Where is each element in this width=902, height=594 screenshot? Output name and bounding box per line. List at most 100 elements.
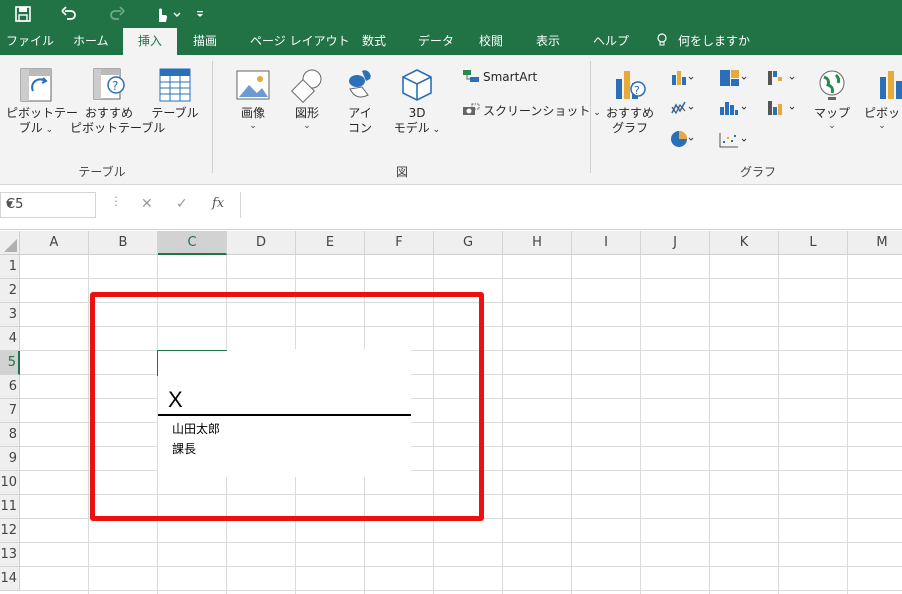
group-label-table: テーブル bbox=[78, 165, 126, 179]
column-header-e[interactable]: E bbox=[296, 231, 365, 255]
name-box[interactable]: C5 ▼ bbox=[0, 192, 96, 218]
redo-icon[interactable] bbox=[106, 4, 128, 24]
column-gridline bbox=[502, 255, 503, 594]
row-header-3[interactable]: 3 bbox=[0, 303, 20, 327]
row-header-13[interactable]: 13 bbox=[0, 543, 20, 567]
column-header-k[interactable]: K bbox=[710, 231, 779, 255]
column-header-m[interactable]: M bbox=[848, 231, 902, 255]
hierarchy-chart-button[interactable] bbox=[718, 69, 748, 91]
column-header-a[interactable]: A bbox=[20, 231, 89, 255]
3d-models-button[interactable]: 3D モデル ⌄ bbox=[392, 67, 442, 138]
pivot-table-label-2: ブル bbox=[18, 121, 43, 135]
column-header-i[interactable]: I bbox=[572, 231, 641, 255]
column-gridline bbox=[88, 255, 89, 594]
customize-qat-icon[interactable] bbox=[194, 4, 206, 24]
column-header-b[interactable]: B bbox=[89, 231, 158, 255]
row-header-6[interactable]: 6 bbox=[0, 375, 20, 399]
tab-formulas[interactable]: 数式 bbox=[362, 28, 386, 55]
column-gridline bbox=[778, 255, 779, 594]
map-label: マップ bbox=[813, 106, 850, 120]
cancel-icon[interactable]: ✕ bbox=[141, 196, 153, 212]
row-header-2[interactable]: 2 bbox=[0, 279, 20, 303]
tell-me-label: 何をしますか bbox=[678, 34, 751, 48]
column-header-c[interactable]: C bbox=[158, 231, 227, 255]
icons-label-2: コン bbox=[347, 121, 372, 135]
formula-input[interactable] bbox=[240, 192, 902, 218]
recommended-pivot-icon: ? bbox=[93, 68, 125, 100]
icons-label-1: アイ bbox=[348, 106, 372, 120]
column-header-h[interactable]: H bbox=[503, 231, 572, 255]
waterfall-chart-button[interactable] bbox=[766, 69, 796, 91]
tab-data[interactable]: データ bbox=[418, 28, 454, 55]
tab-draw[interactable]: 描画 bbox=[193, 28, 217, 55]
table-button[interactable]: テーブル bbox=[150, 67, 200, 121]
screenshot-label: スクリーンショット bbox=[483, 104, 591, 118]
worksheet-grid[interactable]: ABCDEFGHIJKLM 1 2 3 4 5 6 7 8 9 10 11 12 13 14 X 山田太郎… bbox=[0, 231, 902, 594]
camera-icon bbox=[462, 103, 480, 117]
tab-page-layout[interactable]: ページ レイアウト bbox=[250, 28, 350, 55]
tab-file[interactable]: ファイル bbox=[6, 28, 54, 55]
combo-chart-button[interactable] bbox=[766, 99, 796, 121]
shapes-button[interactable]: 図形 ⌄ bbox=[284, 67, 330, 131]
chevron-down-icon: ⌄ bbox=[429, 125, 441, 135]
cube-icon bbox=[402, 69, 432, 101]
pivot-chart-icon bbox=[880, 71, 902, 99]
tab-review[interactable]: 校閲 bbox=[479, 28, 503, 55]
column-header-j[interactable]: J bbox=[641, 231, 710, 255]
row-header-8[interactable]: 8 bbox=[0, 423, 20, 447]
chevron-down-icon[interactable]: ▼ bbox=[6, 200, 89, 210]
chevron-down-icon: ⌄ bbox=[303, 121, 311, 131]
pivot-table-button[interactable]: ピボットテー ブル ⌄ bbox=[6, 67, 79, 136]
row-header-9[interactable]: 9 bbox=[0, 447, 20, 471]
smartart-icon bbox=[462, 69, 480, 83]
shapes-label: 図形 bbox=[294, 106, 319, 120]
recommended-charts-button[interactable]: ? おすすめ グラフ bbox=[606, 67, 654, 136]
row-header-7[interactable]: 7 bbox=[0, 399, 20, 423]
screenshot-button[interactable]: スクリーンショット ⌄ bbox=[462, 103, 601, 121]
recommended-pivot-button[interactable]: ? おすすめ ピボットテーブル bbox=[70, 67, 165, 136]
chevron-down-icon[interactable] bbox=[172, 4, 182, 24]
icons-button[interactable]: アイ コン bbox=[338, 67, 382, 136]
row-header-10[interactable]: 10 bbox=[0, 471, 20, 495]
formula-bar: C5 ▼ ⋮ ✕ ✓ fx bbox=[0, 186, 902, 230]
line-chart-button[interactable] bbox=[670, 99, 696, 121]
scatter-chart-button[interactable] bbox=[718, 131, 748, 153]
tab-home[interactable]: ホーム bbox=[73, 28, 109, 55]
pivot-table-label-1: ピボットテー bbox=[6, 106, 79, 120]
insert-function-button[interactable]: fx bbox=[212, 196, 224, 211]
tab-view[interactable]: 表示 bbox=[536, 28, 560, 55]
select-all-button[interactable] bbox=[0, 231, 20, 255]
smartart-label: SmartArt bbox=[483, 70, 538, 84]
column-header-g[interactable]: G bbox=[434, 231, 503, 255]
row-header-1[interactable]: 1 bbox=[0, 255, 20, 279]
column-chart-button[interactable] bbox=[670, 69, 696, 91]
group-separator bbox=[212, 61, 213, 173]
row-header-4[interactable]: 4 bbox=[0, 327, 20, 351]
tab-insert[interactable]: 挿入 bbox=[123, 28, 177, 55]
map-button[interactable]: マップ ⌄ bbox=[812, 67, 852, 131]
save-icon[interactable] bbox=[12, 4, 34, 24]
row-header-11[interactable]: 11 bbox=[0, 495, 20, 519]
recommended-pivot-label-1: おすすめ bbox=[84, 106, 133, 120]
recommended-charts-icon: ? bbox=[616, 71, 646, 99]
more-options-icon[interactable]: ⋮ bbox=[110, 194, 122, 208]
icons-icon bbox=[349, 70, 371, 98]
column-header-l[interactable]: L bbox=[779, 231, 848, 255]
row-header-12[interactable]: 12 bbox=[0, 519, 20, 543]
column-header-d[interactable]: D bbox=[227, 231, 296, 255]
enter-icon[interactable]: ✓ bbox=[176, 196, 188, 212]
row-header-14[interactable]: 14 bbox=[0, 567, 20, 591]
column-chart-icon bbox=[672, 71, 694, 85]
pivot-chart-button[interactable]: ピボットグ ⌄ bbox=[864, 67, 902, 131]
undo-icon[interactable] bbox=[58, 4, 80, 24]
table-icon bbox=[159, 68, 191, 102]
statistic-chart-button[interactable] bbox=[718, 99, 748, 121]
picture-button[interactable]: 画像 ⌄ bbox=[230, 67, 276, 131]
column-header-f[interactable]: F bbox=[365, 231, 434, 255]
smartart-button[interactable]: SmartArt bbox=[462, 69, 537, 85]
pie-chart-button[interactable] bbox=[670, 129, 696, 153]
tell-me-box[interactable]: 何をしますか bbox=[656, 28, 750, 55]
touch-mode-icon[interactable] bbox=[150, 4, 172, 24]
tab-help[interactable]: ヘルプ bbox=[593, 28, 629, 55]
row-header-5[interactable]: 5 bbox=[0, 351, 20, 375]
